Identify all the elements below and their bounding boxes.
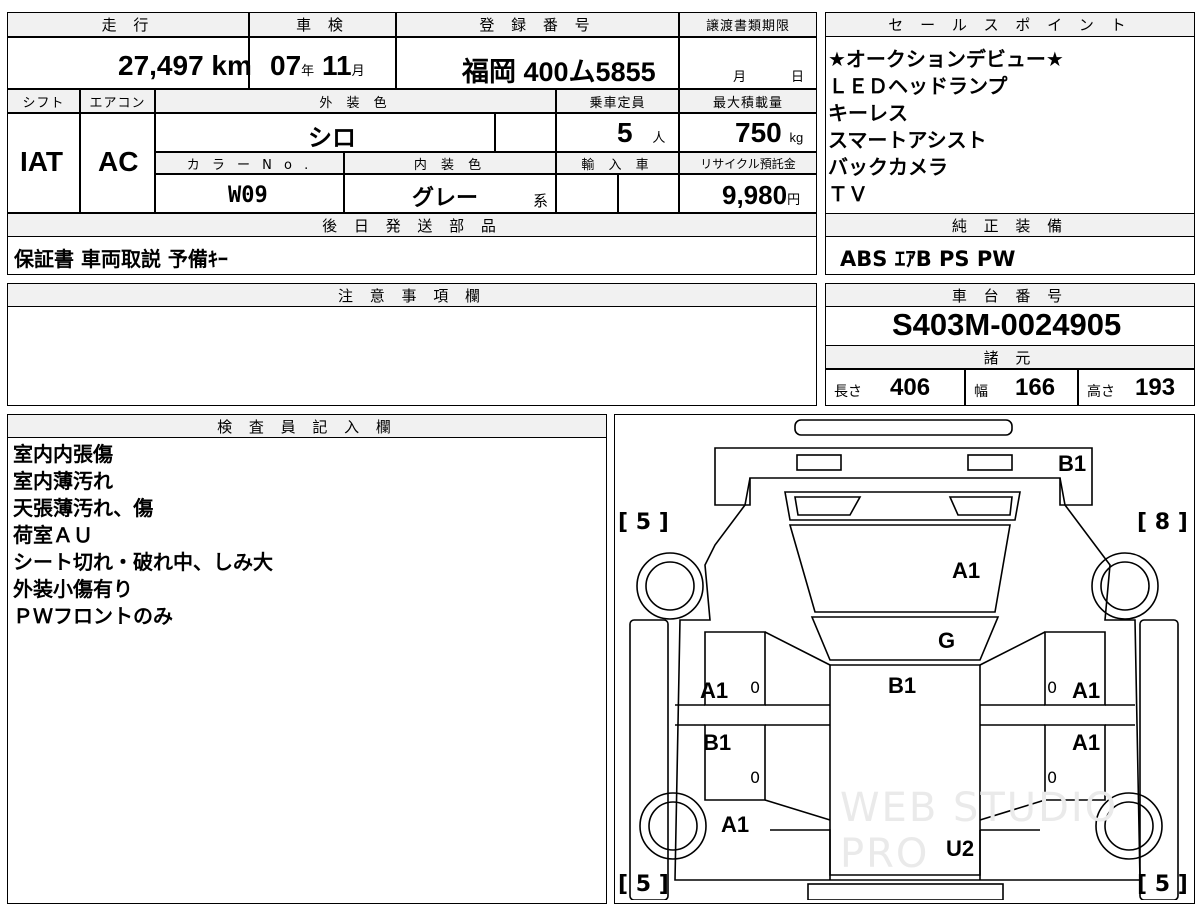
- tire-front-right-value: 8: [1154, 510, 1171, 535]
- tire-rear-left: [ 5 ]: [618, 872, 669, 897]
- watermark: WEB STUDIO PRO: [840, 785, 1119, 877]
- mark-a1-hood: A1: [952, 558, 981, 583]
- front-end-outline: [714, 447, 1093, 506]
- mark-g-windshield: G: [938, 628, 956, 653]
- headlight-left-shape: [796, 454, 842, 471]
- grille-inner: [794, 496, 1013, 516]
- tire-front-left: [ 5 ]: [618, 510, 669, 535]
- mark-zero: 0: [1047, 678, 1058, 697]
- tire-rear-left-value: 5: [635, 872, 652, 897]
- front-right-tire: [1091, 552, 1159, 620]
- mark-b1-top: B1: [1058, 451, 1087, 476]
- rear-bumper-shape: [807, 883, 1004, 900]
- mark-zero: 0: [750, 678, 761, 697]
- mark-b1-roof: B1: [888, 673, 917, 698]
- tire-front-left-value: 5: [635, 510, 652, 535]
- mark-zero: 0: [750, 768, 761, 787]
- mark-a1-left-front: A1: [700, 678, 729, 703]
- rear-left-tire-inner: [648, 801, 698, 851]
- vehicle-condition-diagram: [629, 419, 1179, 900]
- rear-left-tire: [639, 792, 707, 860]
- mark-a1-right-front: A1: [1072, 678, 1101, 703]
- windshield-panel: [810, 616, 1000, 661]
- tire-front-right: [ 8 ]: [1137, 510, 1188, 535]
- front-bumper-shape: [794, 419, 1013, 436]
- mark-a1-right-rear: A1: [1072, 730, 1101, 755]
- front-left-tire-inner: [645, 561, 695, 611]
- mark-a1-left-rear: A1: [721, 812, 750, 837]
- headlight-right-shape: [967, 454, 1013, 471]
- mark-b1-left-rear: B1: [703, 730, 732, 755]
- front-left-tire: [636, 552, 704, 620]
- left-pillar: [764, 631, 831, 821]
